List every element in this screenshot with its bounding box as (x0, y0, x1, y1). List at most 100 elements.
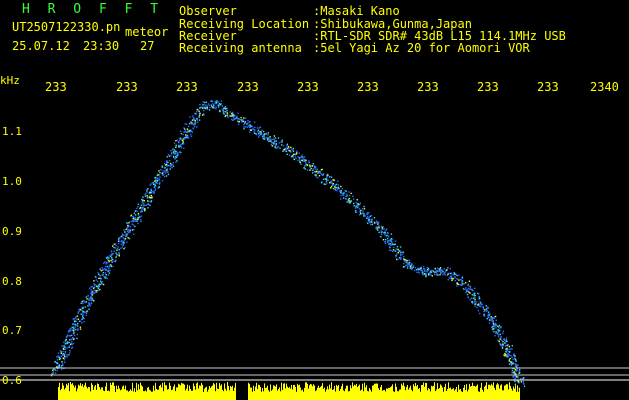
noise-bar (466, 384, 467, 400)
echo-pixel (129, 221, 131, 223)
noise-bar (197, 382, 198, 400)
echo-pixel (124, 238, 127, 240)
noise-bar (321, 385, 322, 400)
echo-pixel (472, 297, 475, 299)
noise-bar (69, 391, 70, 400)
echo-pixel (77, 328, 79, 330)
echo-pixel (128, 237, 131, 240)
echo-pixel (81, 307, 84, 309)
echo-pixel (124, 239, 126, 241)
echo-pixel (208, 104, 210, 107)
echo-pixel (305, 163, 307, 165)
echo-pixel (403, 262, 405, 265)
echo-pixel (508, 345, 511, 348)
echo-pixel (224, 111, 226, 113)
echo-pixel (232, 116, 235, 119)
echo-pixel (336, 189, 338, 192)
noise-bar (459, 389, 460, 400)
echo-pixel (147, 207, 149, 209)
echo-pixel (187, 130, 189, 132)
echo-pixel (259, 126, 262, 128)
echo-pixel (513, 354, 515, 357)
echo-pixel (57, 355, 59, 357)
echo-pixel (426, 270, 428, 272)
echo-pixel (468, 280, 471, 282)
noise-bar (493, 382, 494, 400)
echo-pixel (95, 291, 97, 294)
noise-bar (200, 385, 201, 400)
noise-bar (394, 391, 395, 400)
echo-pixel (173, 149, 176, 151)
echo-pixel (355, 205, 357, 207)
noise-bar (271, 390, 272, 400)
echo-pixel (103, 262, 105, 265)
noise-bar (107, 391, 108, 400)
noise-bar (266, 387, 267, 400)
noise-bar (386, 388, 387, 400)
noise-bar (174, 384, 175, 400)
echo-pixel (359, 211, 361, 213)
echo-pixel (58, 365, 61, 367)
echo-pixel (363, 213, 365, 215)
echo-pixel (182, 141, 184, 143)
echo-pixel (220, 103, 222, 105)
echo-pixel (84, 301, 86, 304)
echo-pixel (322, 178, 325, 180)
noise-bar (293, 385, 294, 400)
echo-pixel (172, 164, 174, 167)
noise-bar (303, 391, 304, 400)
echo-pixel (155, 180, 157, 182)
echo-pixel (112, 265, 114, 268)
noise-bar (350, 385, 351, 400)
noise-bar (292, 389, 293, 400)
echo-pixel (105, 261, 107, 263)
echo-pixel (458, 274, 460, 276)
echo-pixel (81, 318, 83, 321)
echo-pixel (377, 225, 380, 227)
echo-pixel (178, 144, 180, 147)
echo-pixel (114, 243, 117, 245)
echo-pixel (434, 267, 436, 270)
echo-pixel (386, 241, 389, 244)
echo-pixel (480, 303, 482, 305)
echo-pixel (478, 303, 481, 305)
echo-pixel (510, 364, 512, 366)
noise-bar (248, 382, 249, 400)
echo-pixel (155, 178, 157, 181)
echo-pixel (419, 269, 422, 271)
echo-pixel (373, 222, 376, 224)
echo-pixel (192, 123, 194, 126)
echo-pixel (485, 308, 488, 310)
y-unit-label: kHz (0, 74, 20, 87)
echo-pixel (253, 121, 256, 123)
noise-bar (370, 389, 371, 400)
echo-pixel (69, 329, 71, 331)
echo-pixel (311, 165, 313, 167)
echo-pixel (182, 133, 184, 136)
echo-pixel (294, 153, 296, 156)
echo-pixel (54, 372, 57, 374)
noise-bar (492, 385, 493, 400)
echo-pixel (89, 299, 92, 301)
echo-pixel (493, 328, 495, 330)
echo-pixel (194, 112, 196, 115)
noise-bar (141, 385, 142, 400)
noise-bar (98, 384, 99, 400)
noise-bar (305, 382, 306, 400)
echo-pixel (381, 231, 383, 233)
echo-pixel (126, 222, 128, 224)
echo-pixel (271, 145, 274, 147)
echo-pixel (382, 239, 385, 241)
noise-bar (384, 389, 385, 400)
echo-pixel (434, 274, 436, 276)
echo-pixel (106, 265, 109, 268)
echo-pixel (83, 300, 85, 302)
noise-bar (415, 383, 416, 400)
echo-pixel (488, 322, 491, 324)
echo-pixel (217, 104, 219, 106)
echo-pixel (64, 357, 66, 359)
echo-pixel (174, 153, 176, 155)
echo-pixel (71, 341, 73, 343)
echo-pixel (202, 114, 204, 116)
echo-pixel (144, 204, 146, 206)
